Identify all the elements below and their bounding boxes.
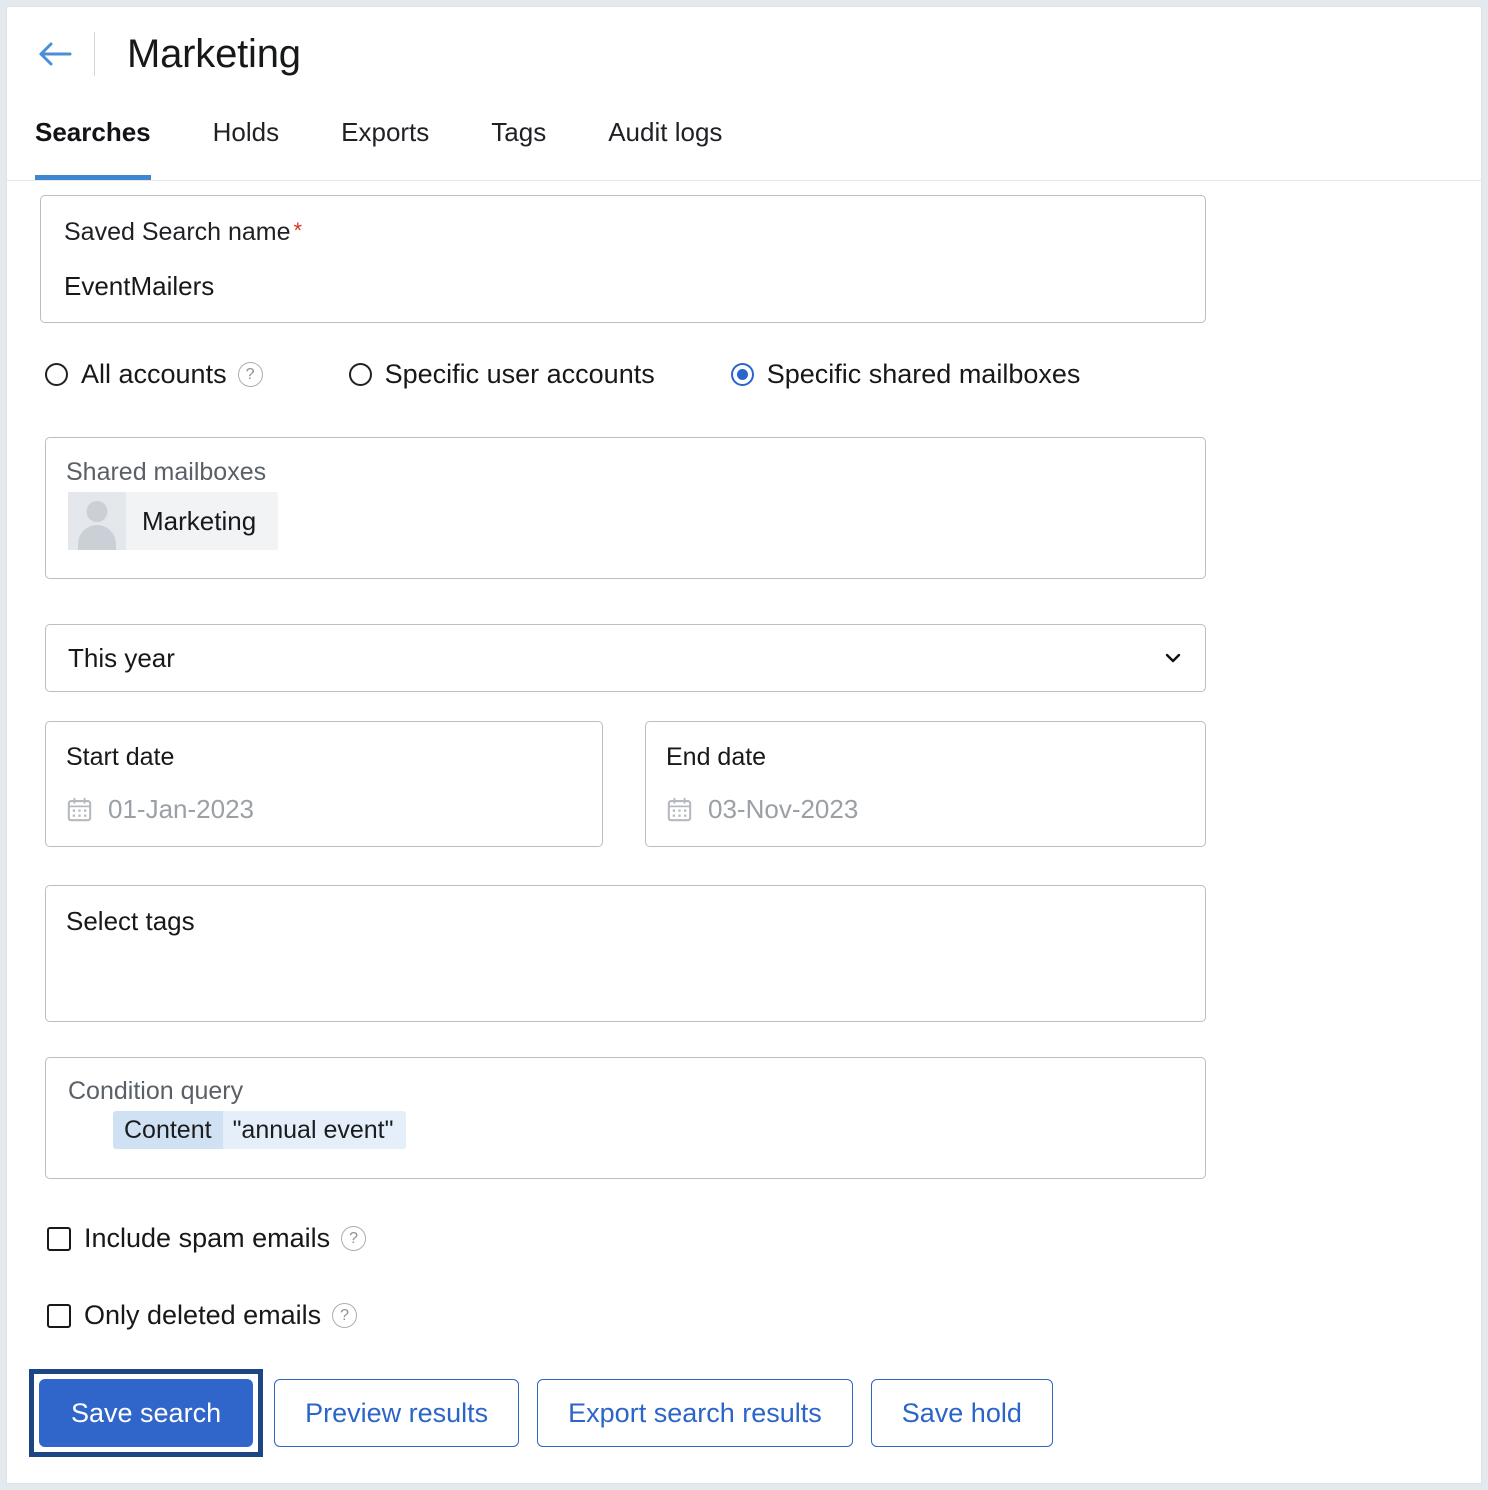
calendar-icon	[66, 796, 93, 823]
radio-circle-specific-shared-mailboxes[interactable]	[731, 363, 754, 386]
saved-search-name-label: Saved Search name*	[64, 220, 302, 245]
start-date-placeholder: 01-Jan-2023	[108, 794, 254, 825]
chevron-down-icon[interactable]	[1163, 648, 1183, 668]
start-date-value-row[interactable]: 01-Jan-2023	[66, 794, 254, 825]
save-hold-button[interactable]: Save hold	[871, 1379, 1053, 1447]
radio-specific-shared-mailboxes[interactable]: Specific shared mailboxes	[731, 359, 1081, 390]
tab-exports[interactable]: Exports	[341, 101, 429, 180]
date-range-select[interactable]: This year	[45, 624, 1206, 692]
calendar-icon	[666, 796, 693, 823]
page-title: Marketing	[127, 34, 301, 74]
user-avatar-icon	[68, 492, 126, 550]
start-date-label: Start date	[66, 743, 174, 772]
date-range-selected-value: This year	[68, 643, 175, 674]
tab-bar: Searches Holds Exports Tags Audit logs	[7, 101, 1481, 181]
save-search-button[interactable]: Save search	[39, 1379, 253, 1447]
shared-mailboxes-label: Shared mailboxes	[66, 460, 266, 485]
shared-mailboxes-field[interactable]: Shared mailboxes Marketing	[45, 437, 1206, 579]
app-page: Marketing Searches Holds Exports Tags Au…	[6, 6, 1482, 1484]
shared-mailbox-name: Marketing	[142, 506, 256, 537]
export-search-results-button[interactable]: Export search results	[537, 1379, 853, 1447]
radio-specific-user-accounts[interactable]: Specific user accounts	[349, 359, 655, 390]
back-arrow-icon[interactable]	[34, 33, 76, 75]
tab-tags[interactable]: Tags	[491, 101, 546, 180]
condition-query-chip[interactable]: Content "annual event"	[113, 1111, 406, 1149]
radio-label-specific-user-accounts: Specific user accounts	[385, 359, 655, 390]
radio-all-accounts[interactable]: All accounts ?	[45, 359, 263, 390]
select-tags-field[interactable]: Select tags	[45, 885, 1206, 1022]
saved-search-name-value[interactable]: EventMailers	[64, 271, 214, 302]
radio-circle-all-accounts[interactable]	[45, 363, 68, 386]
shared-mailbox-chip[interactable]: Marketing	[68, 492, 278, 550]
preview-results-button[interactable]: Preview results	[274, 1379, 519, 1447]
radio-label-specific-shared-mailboxes: Specific shared mailboxes	[767, 359, 1081, 390]
tab-holds[interactable]: Holds	[213, 101, 279, 180]
saved-search-name-field[interactable]: Saved Search name* EventMailers	[40, 195, 1206, 323]
required-asterisk: *	[294, 218, 303, 243]
action-button-row: Save search Preview results Export searc…	[29, 1369, 1071, 1457]
condition-chip-key: Content	[113, 1111, 223, 1149]
help-icon-include-spam[interactable]: ?	[341, 1226, 366, 1251]
radio-circle-specific-user-accounts[interactable]	[349, 363, 372, 386]
condition-chip-value: "annual event"	[223, 1111, 406, 1149]
checkbox-label-include-spam: Include spam emails	[84, 1223, 330, 1254]
end-date-value-row[interactable]: 03-Nov-2023	[666, 794, 858, 825]
tab-audit-logs[interactable]: Audit logs	[608, 101, 722, 180]
help-icon-only-deleted[interactable]: ?	[332, 1303, 357, 1328]
header-divider	[94, 32, 95, 76]
checkbox-label-only-deleted: Only deleted emails	[84, 1300, 321, 1331]
tab-searches[interactable]: Searches	[35, 101, 151, 180]
radio-label-all-accounts: All accounts	[81, 359, 227, 390]
page-header: Marketing	[7, 7, 1481, 101]
condition-query-field[interactable]: Condition query Content "annual event"	[45, 1057, 1206, 1179]
checkbox-include-spam-emails[interactable]: Include spam emails ?	[47, 1223, 366, 1254]
select-tags-label: Select tags	[66, 908, 195, 934]
save-search-focus-ring: Save search	[29, 1369, 263, 1457]
condition-query-label: Condition query	[68, 1079, 243, 1104]
checkbox-only-deleted-emails[interactable]: Only deleted emails ?	[47, 1300, 357, 1331]
account-scope-radio-group: All accounts ? Specific user accounts Sp…	[45, 359, 1080, 390]
start-date-field[interactable]: Start date 01-Jan-2023	[45, 721, 603, 847]
end-date-field[interactable]: End date 03-Nov-2023	[645, 721, 1206, 847]
checkbox-box-only-deleted[interactable]	[47, 1304, 71, 1328]
checkbox-box-include-spam[interactable]	[47, 1227, 71, 1251]
end-date-label: End date	[666, 743, 766, 772]
help-icon-all-accounts[interactable]: ?	[238, 362, 263, 387]
end-date-placeholder: 03-Nov-2023	[708, 794, 858, 825]
